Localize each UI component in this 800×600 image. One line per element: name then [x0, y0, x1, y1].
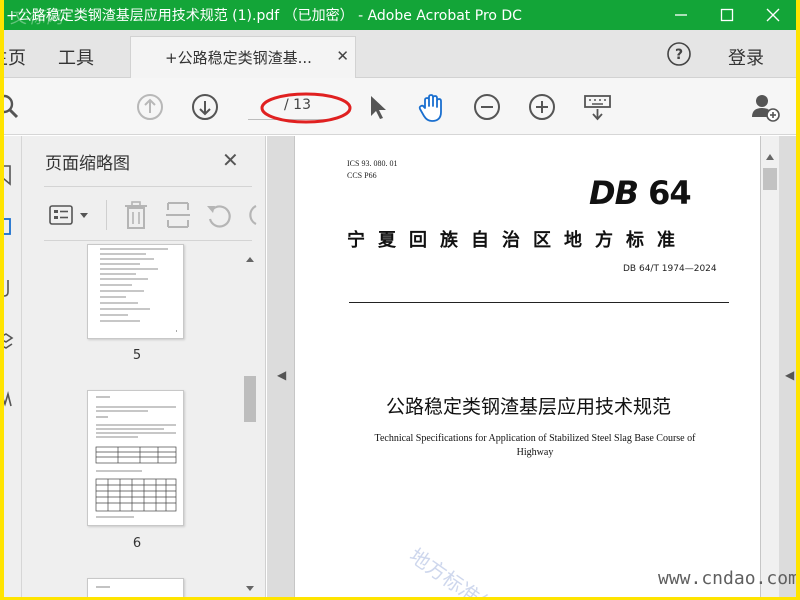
acrobat-window: 文标网 +公路稳定类钢渣基层应用技术规范 (1).pdf （已加密） - Ado… [4, 0, 796, 597]
next-page-icon[interactable] [190, 92, 220, 122]
logo-db: DB [589, 174, 639, 212]
zoom-in-icon[interactable] [527, 92, 557, 122]
document-view: ◀ ICS 93. 080. 01 CCS P66 DB 64 宁夏回族自治区地… [267, 136, 796, 597]
ics-code: ICS 93. 080. 01 [347, 159, 398, 168]
close-panel-icon[interactable]: ✕ [222, 148, 239, 172]
tools-divider [106, 200, 107, 230]
help-icon[interactable]: ? [666, 41, 692, 67]
search-icon[interactable] [4, 92, 22, 122]
thumbnail-page-7[interactable] [87, 578, 184, 597]
maximize-button[interactable] [704, 0, 750, 30]
scrollbar-graphic [244, 257, 256, 591]
thumbnail-tools [44, 192, 262, 238]
title-bar: 文标网 +公路稳定类钢渣基层应用技术规范 (1).pdf （已加密） - Ado… [4, 0, 796, 30]
maximize-icon [720, 8, 734, 22]
page-watermark: 地方标准信 [404, 543, 501, 597]
bookmark-icon[interactable] [4, 164, 14, 186]
document-title-chinese: 公路稳定类钢渣基层应用技术规范 [385, 396, 671, 418]
add-user-icon[interactable] [750, 92, 780, 122]
thumbnail-page-label: 5 [132, 348, 142, 363]
rotate-left-icon[interactable] [204, 200, 234, 230]
thumbnail-preview [96, 586, 110, 588]
standard-logo: DB 64 [589, 174, 692, 212]
page-input-underline [248, 119, 336, 120]
tab-tools[interactable]: 工具 [58, 44, 94, 70]
thumbnail-page-6[interactable] [87, 390, 184, 526]
tab-document[interactable]: +公路稳定类钢渣基... ✕ [130, 36, 356, 78]
zoom-out-icon[interactable] [472, 92, 502, 122]
thumbnail-preview [95, 396, 177, 518]
tab-bar: 主页 工具 +公路稳定类钢渣基... ✕ ? 登录 [4, 30, 796, 78]
thumbnail-page-label: 6 [132, 536, 142, 551]
region-standard-title: 宁夏回族自治区地方标准 [347, 230, 688, 251]
tab-home[interactable]: 主页 [4, 44, 26, 70]
layers-icon[interactable] [4, 330, 14, 352]
panel-divider [44, 240, 252, 241]
panel-divider [44, 186, 252, 187]
signature-icon[interactable] [4, 390, 14, 412]
site-watermark: www.cndao.com [658, 568, 796, 589]
collapse-left-pane-icon[interactable]: ◀ [277, 368, 286, 382]
select-arrow-icon[interactable] [362, 92, 392, 122]
minimize-icon [675, 14, 687, 16]
document-scrollbar[interactable] [761, 136, 779, 597]
panel-title: 页面缩略图 [45, 154, 130, 174]
scrollbar-graphic [763, 154, 777, 190]
window-title: +公路稳定类钢渣基层应用技术规范 (1).pdf （已加密） - Adobe A… [6, 8, 522, 24]
extract-page-icon[interactable] [164, 200, 192, 230]
keyboard-icon[interactable] [582, 92, 612, 122]
toolbar: / 13 [4, 78, 796, 135]
standard-number: DB 64/T 1974—2024 [623, 264, 717, 274]
header-rule [349, 302, 729, 303]
delete-icon[interactable] [122, 200, 150, 230]
collapse-right-pane-icon[interactable]: ◀ [785, 368, 794, 382]
logo-number: 64 [648, 174, 692, 212]
classification-codes: ICS 93. 080. 01 CCS P66 [347, 158, 397, 182]
hand-icon[interactable] [416, 92, 446, 122]
minimize-button[interactable] [658, 0, 704, 30]
prev-page-icon[interactable] [135, 92, 165, 122]
left-navigation-rail [4, 136, 30, 597]
ccs-code: CCS P66 [347, 171, 377, 180]
thumbnail-scrollbar[interactable] [242, 248, 258, 597]
login-button[interactable]: 登录 [728, 44, 764, 70]
thumbnail-options-icon[interactable] [48, 202, 94, 228]
pdf-page: ICS 93. 080. 01 CCS P66 DB 64 宁夏回族自治区地方标… [294, 136, 761, 597]
close-window-button[interactable] [750, 0, 796, 30]
close-tab-icon[interactable]: ✕ [336, 47, 349, 65]
attachment-icon[interactable] [4, 276, 14, 298]
rotate-right-icon[interactable] [244, 200, 262, 230]
document-title-english: Technical Specifications for Application… [374, 433, 696, 458]
thumbnail-page-5[interactable] [87, 244, 184, 339]
page-total: / 13 [284, 97, 311, 113]
thumbnail-panel: 页面缩略图 ✕ 5 6 [22, 136, 266, 597]
close-icon [766, 8, 780, 22]
document-tab-label: +公路稳定类钢渣基... [165, 49, 312, 67]
thumbnail-preview [100, 248, 177, 332]
page-thumbnails-icon[interactable] [4, 216, 14, 238]
svg-text:?: ? [675, 47, 683, 63]
